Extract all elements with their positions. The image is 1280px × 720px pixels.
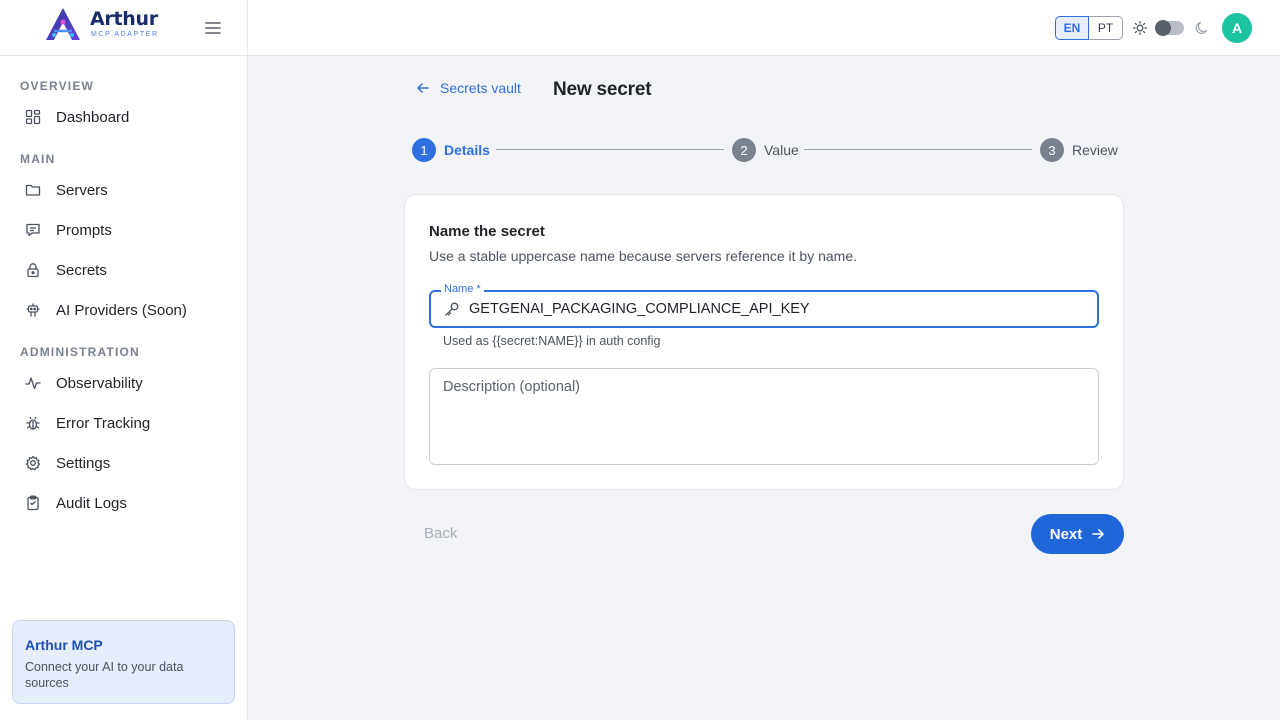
step-3-circle: 3 [1040,138,1064,162]
sun-icon [1132,20,1148,36]
arthur-logo-icon [46,8,80,40]
next-button[interactable]: Next [1031,514,1124,554]
gear-icon [25,455,41,471]
brand-name: Arthur [90,8,158,30]
hamburger-menu-icon[interactable] [204,19,222,37]
secret-name-field[interactable]: Name * [429,283,1099,328]
moon-icon [1195,21,1208,35]
user-avatar[interactable]: A [1222,13,1252,43]
sidebar-item-label: Prompts [56,221,112,239]
sidebar-item-ai-providers[interactable]: AI Providers (Soon) [12,292,236,328]
step-1-label: Details [444,142,490,158]
section-label-administration: ADMINISTRATION [20,345,140,359]
clipboard-icon [25,495,41,511]
sidebar-item-audit-logs[interactable]: Audit Logs [12,485,236,521]
back-to-secrets-vault-link[interactable]: Secrets vault [416,80,521,96]
theme-toggle[interactable] [1155,20,1184,36]
promo-card: Arthur MCP Connect your AI to your data … [12,620,235,704]
sidebar-item-label: Settings [56,454,111,472]
sidebar-item-prompts[interactable]: Prompts [12,212,236,248]
step-1-circle: 1 [412,138,436,162]
sidebar: Arthur MCP ADAPTER OVERVIEW Dashboard MA… [0,0,248,720]
back-button[interactable]: Back [424,525,457,542]
step-2-circle: 2 [732,138,756,162]
sidebar-item-settings[interactable]: Settings [12,445,236,481]
next-button-label: Next [1049,525,1083,543]
section-label-main: MAIN [20,152,56,166]
section-label-overview: OVERVIEW [20,79,95,93]
dashboard-icon [25,109,41,125]
step-3-label: Review [1072,142,1118,158]
secret-name-helper-text: Used as {{secret:NAME}} in auth config [443,334,661,348]
sidebar-item-secrets[interactable]: Secrets [12,252,236,288]
sidebar-item-label: Secrets [56,261,107,279]
robot-icon [25,302,41,318]
folder-icon [25,182,41,198]
sidebar-item-observability[interactable]: Observability [12,365,236,401]
bug-icon [25,415,41,431]
arrow-left-icon [417,83,429,93]
language-pt-button[interactable]: PT [1089,16,1123,40]
secret-details-card: Name the secret Use a stable uppercase n… [404,194,1124,490]
language-en-button[interactable]: EN [1055,16,1089,40]
secret-name-input[interactable] [469,301,1069,317]
brand-logo[interactable]: Arthur MCP ADAPTER [44,7,159,41]
theme-toggle-knob [1155,20,1171,36]
sidebar-item-servers[interactable]: Servers [12,172,236,208]
sidebar-item-label: AI Providers (Soon) [56,301,187,319]
step-connector [804,149,1032,150]
language-switcher: EN PT [1055,16,1123,40]
secret-name-label: Name * [441,283,484,295]
description-field[interactable] [429,368,1099,465]
card-subtitle: Use a stable uppercase name because serv… [429,248,858,264]
logo-bar: Arthur MCP ADAPTER [0,0,247,56]
sidebar-item-label: Dashboard [56,108,130,126]
top-bar: EN PT A [248,0,1280,56]
step-2-label: Value [764,142,799,158]
activity-icon [25,375,41,391]
step-connector [496,149,724,150]
description-input[interactable] [430,369,1098,464]
sidebar-item-dashboard[interactable]: Dashboard [12,99,236,135]
page-title: New secret [553,79,652,100]
sidebar-item-label: Servers [56,181,108,199]
message-icon [25,222,41,238]
brand-subtitle: MCP ADAPTER [91,31,159,38]
sidebar-item-label: Audit Logs [56,494,127,512]
promo-text: Connect your AI to your data sources [25,660,184,690]
lock-icon [25,262,41,278]
key-icon [445,302,459,316]
arrow-right-icon [1092,529,1105,539]
sidebar-item-label: Error Tracking [56,414,151,432]
sidebar-item-label: Observability [56,374,143,392]
card-title: Name the secret [429,223,545,240]
back-link-label: Secrets vault [440,80,521,96]
sidebar-item-error-tracking[interactable]: Error Tracking [12,405,236,441]
promo-title: Arthur MCP [25,637,103,653]
